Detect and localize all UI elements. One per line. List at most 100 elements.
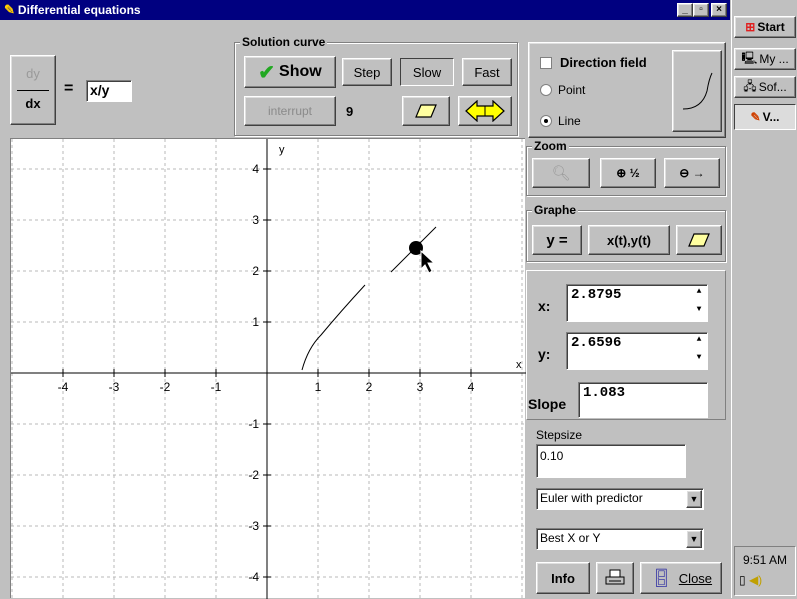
dy-dx-button[interactable]: dy dx — [10, 55, 56, 125]
taskbar: ⊞ Start 🖳︎ My ... 🖧︎ Sof... ✎ V... 9:51 … — [731, 0, 797, 598]
x-tick-label: -1 — [211, 380, 222, 394]
zoom-out-button[interactable]: ⊖ → — [664, 158, 720, 188]
method-selected: Euler with predictor — [540, 491, 643, 505]
x-tick-label: -4 — [58, 380, 69, 394]
x-value: 2.8795 — [571, 287, 622, 303]
direction-field-label: Direction field — [560, 55, 647, 70]
x-spin-down[interactable]: ▼ — [693, 305, 705, 315]
minimize-button[interactable]: _ — [677, 3, 693, 17]
slow-button[interactable]: Slow — [400, 58, 454, 86]
start-button[interactable]: ⊞ Start — [734, 16, 796, 38]
close-window-button[interactable]: × — [711, 3, 727, 17]
chevron-down-icon[interactable]: ▼ — [686, 530, 702, 548]
point-radio-row[interactable]: Point — [540, 83, 585, 97]
x-tick-label: -2 — [160, 380, 171, 394]
eraser-icon — [688, 233, 710, 247]
close-button[interactable]: 🚪︎ Close — [640, 562, 722, 594]
x-label: x: — [538, 298, 551, 314]
interrupt-button[interactable]: interrupt — [244, 96, 336, 126]
graphe-label: Graphe — [532, 203, 579, 217]
printer-icon — [605, 569, 625, 585]
taskbar-item-active-app[interactable]: ✎ V... — [734, 104, 796, 130]
x-value-field[interactable]: 2.8795 ▲ ▼ — [566, 284, 708, 322]
line-label: Line — [558, 114, 581, 128]
x-tick-label: 4 — [468, 380, 475, 394]
start-label: Start — [757, 20, 785, 34]
taskbar-item-label: Sof... — [758, 80, 787, 94]
line-radio-row[interactable]: Line — [540, 114, 581, 128]
best-select[interactable]: Best X or Y ▼ — [536, 528, 704, 550]
x-spin-up[interactable]: ▲ — [693, 287, 705, 297]
door-exit-icon: 🚪︎ — [649, 567, 673, 588]
direction-field-checkbox-row[interactable]: Direction field — [540, 55, 647, 70]
direction-field-checkbox[interactable] — [540, 56, 552, 69]
y-spin-down[interactable]: ▼ — [693, 353, 705, 363]
slope-curve-icon — [682, 72, 713, 110]
point-radio[interactable] — [540, 84, 552, 96]
left-right-arrow-icon — [465, 100, 505, 122]
windows-logo-icon: ⊞ — [745, 20, 756, 34]
app-pencil-icon: ✎ — [750, 110, 761, 124]
line-radio[interactable] — [540, 115, 552, 127]
y-tick-label: -2 — [248, 468, 259, 482]
y-equals-button[interactable]: y = — [532, 225, 582, 255]
y-tick-label: -1 — [248, 417, 259, 431]
y-value-field[interactable]: 2.6596 ▲ ▼ — [566, 332, 708, 370]
graphe-eraser-button[interactable] — [676, 225, 722, 255]
tray-icons: ▯ ◀) — [739, 573, 795, 587]
graph-area[interactable]: x y -4 -3 -2 -1 1 2 3 4 4 3 2 1 -1 -2 -3 -4 — [10, 138, 526, 599]
solution-curve-lower — [301, 284, 366, 371]
checkmark-icon: ✔ — [258, 61, 276, 84]
info-button[interactable]: Info — [536, 562, 590, 594]
taskbar-item-my-computer[interactable]: 🖳︎ My ... — [734, 48, 796, 70]
app-pencil-icon: ✎ — [4, 2, 15, 17]
title-bar: ✎ Differential equations — [0, 0, 730, 20]
main-window: ✎ Differential equations _ ▫ × dy dx = x… — [0, 0, 730, 599]
x-axis-label: x — [516, 359, 522, 371]
y-tick-label: -4 — [248, 570, 259, 584]
stepsize-label: Stepsize — [536, 428, 583, 442]
maximize-button[interactable]: ▫ — [693, 3, 709, 17]
clipboard-icon[interactable]: ▯ — [739, 573, 746, 587]
y-tick-label: 1 — [252, 315, 259, 329]
clock[interactable]: 9:51 AM — [735, 553, 795, 567]
mouse-cursor-icon — [420, 249, 436, 274]
y-value: 2.6596 — [571, 335, 622, 351]
show-button[interactable]: ✔ Show — [244, 56, 336, 88]
direction-preview-button[interactable] — [672, 50, 722, 132]
solution-curve-label: Solution curve — [240, 35, 328, 49]
computer-icon: 🖳︎ — [741, 50, 758, 65]
print-button[interactable] — [596, 562, 634, 594]
zoom-label: Zoom — [532, 139, 569, 153]
taskbar-item-label: My ... — [759, 52, 789, 66]
graph-canvas: x y -4 -3 -2 -1 1 2 3 4 4 3 2 1 -1 -2 -3 -4 — [11, 139, 526, 599]
zoom-select-button[interactable]: 🔍︎ — [532, 158, 590, 188]
resize-horizontal-button[interactable] — [458, 96, 512, 126]
taskbar-item-software[interactable]: 🖧︎ Sof... — [734, 76, 796, 98]
expression-input[interactable]: x/y — [86, 80, 132, 102]
system-tray: 9:51 AM ▯ ◀) — [734, 546, 796, 596]
iteration-count: 9 — [346, 104, 354, 119]
y-tick-label: -3 — [248, 519, 259, 533]
eraser-button[interactable] — [402, 96, 450, 126]
dx-label: dx — [25, 96, 41, 111]
stepsize-field[interactable]: 0.10 — [536, 444, 686, 478]
fast-button[interactable]: Fast — [462, 58, 512, 86]
y-tick-label: 4 — [252, 162, 259, 176]
y-tick-label: 3 — [252, 213, 259, 227]
parametric-button[interactable]: x(t),y(t) — [588, 225, 670, 255]
method-select[interactable]: Euler with predictor ▼ — [536, 488, 704, 510]
fraction-line — [17, 90, 49, 91]
y-tick-label: 2 — [252, 264, 259, 278]
speaker-icon[interactable]: ◀) — [749, 573, 762, 587]
x-tick-label: 3 — [417, 380, 424, 394]
y-axis-label: y — [279, 144, 285, 156]
zoom-out-icon: ⊖ → — [679, 166, 705, 180]
chevron-down-icon[interactable]: ▼ — [686, 490, 702, 508]
zoom-in-icon: ⊕ ½ — [616, 166, 640, 180]
y-spin-up[interactable]: ▲ — [693, 335, 705, 345]
slope-value-field[interactable]: 1.083 — [578, 382, 708, 418]
step-button[interactable]: Step — [342, 58, 392, 86]
zoom-in-button[interactable]: ⊕ ½ — [600, 158, 656, 188]
slope-label: Slope — [528, 396, 567, 412]
